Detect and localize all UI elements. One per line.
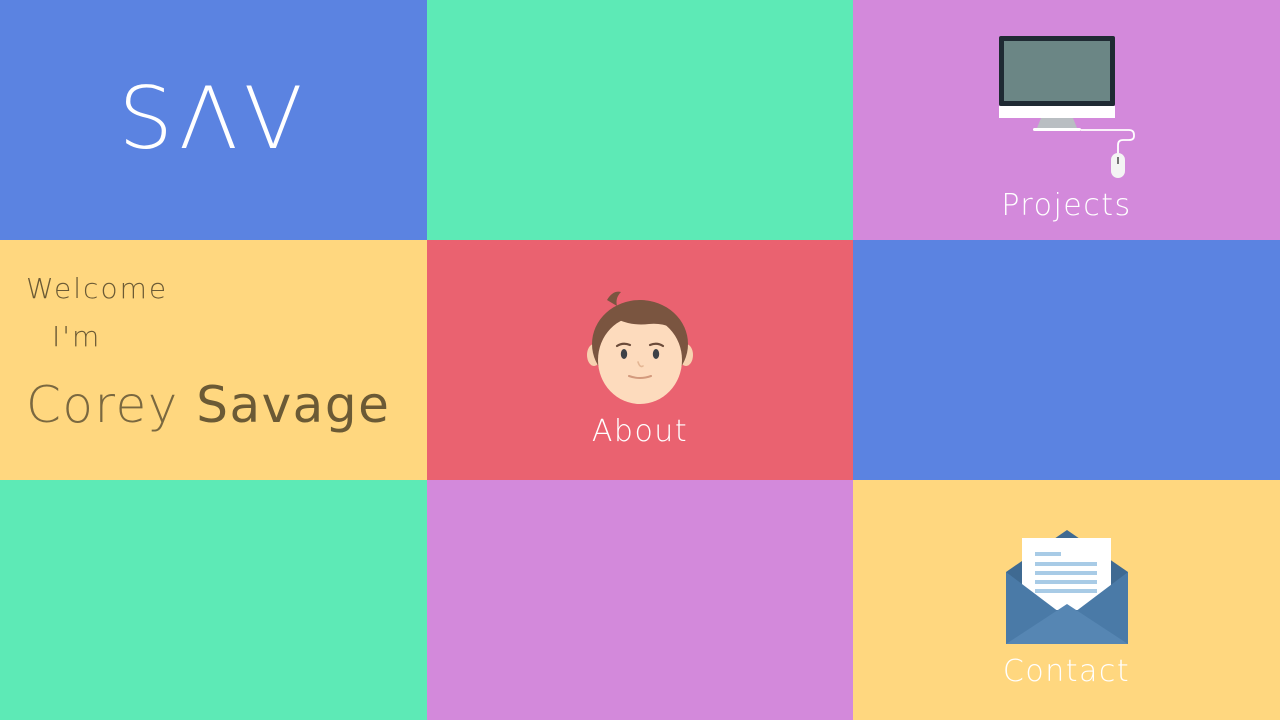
last-name: Savage (196, 376, 391, 434)
logo-tile[interactable]: SΛV (0, 0, 427, 240)
first-name: Corey (26, 376, 179, 434)
empty-tile-top-center (427, 0, 853, 240)
empty-tile-bottom-center (427, 480, 853, 720)
tile-grid: SΛV Projects Welcome I'm Corey Savage Ab… (0, 0, 1280, 720)
full-name: Corey Savage (26, 376, 390, 434)
envelope-icon (1006, 530, 1128, 644)
projects-label[interactable]: Projects (853, 188, 1280, 223)
contact-label[interactable]: Contact (853, 654, 1280, 689)
empty-tile-middle-right (853, 240, 1280, 480)
logo[interactable]: SΛV (0, 76, 427, 162)
face-avatar-icon (587, 291, 693, 404)
monitor-icon (999, 36, 1135, 178)
welcome-text: Welcome (26, 272, 169, 305)
im-text: I'm (52, 320, 102, 353)
projects-tile[interactable]: Projects (853, 0, 1280, 240)
intro-tile: Welcome I'm Corey Savage (0, 240, 427, 480)
about-label[interactable]: About (427, 414, 853, 449)
about-tile[interactable]: About (427, 240, 853, 480)
empty-tile-bottom-left (0, 480, 427, 720)
contact-tile[interactable]: Contact (853, 480, 1280, 720)
